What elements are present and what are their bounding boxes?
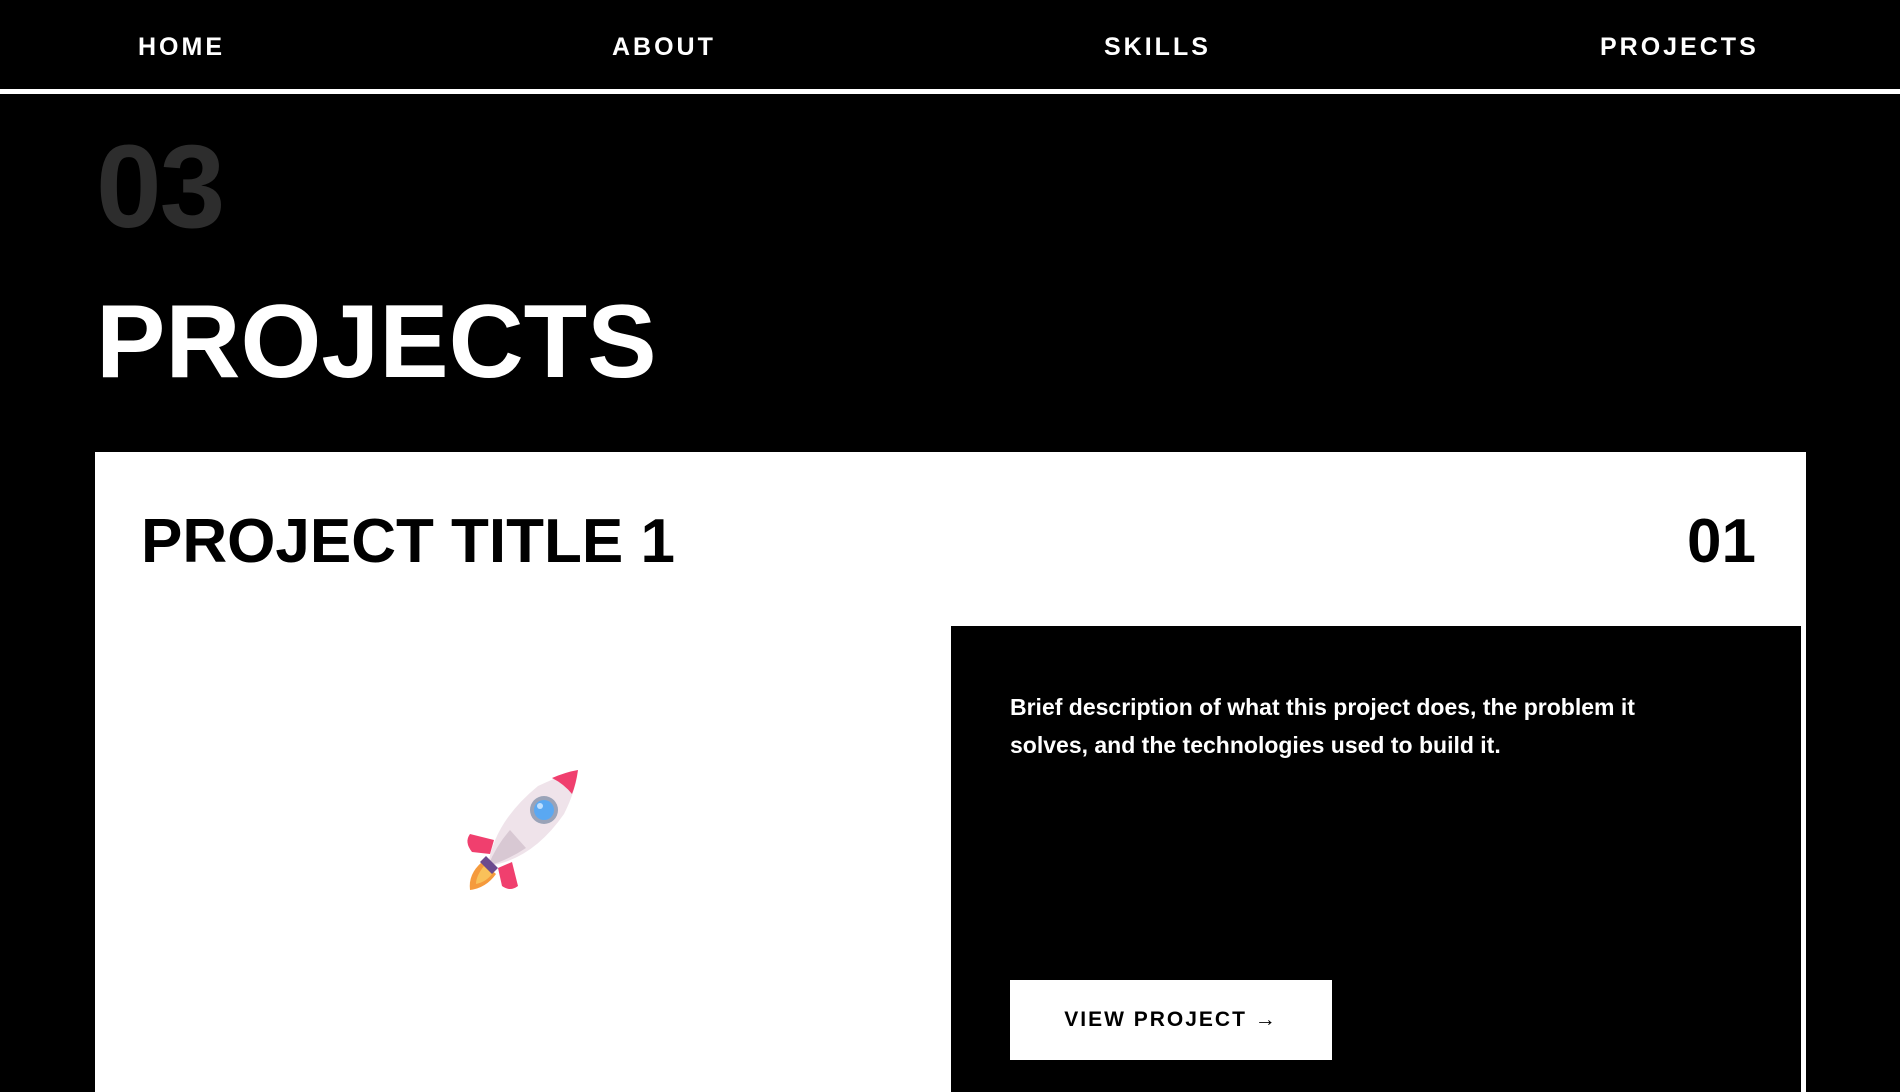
project-number: 01 [1687,507,1756,576]
project-description: Brief description of what this project d… [1010,694,1635,758]
section-number: 03 [96,121,225,253]
nav-link-about[interactable]: ABOUT [612,32,716,62]
project-info-panel: Brief description of what this project d… [951,626,1801,1092]
nav-link-skills[interactable]: SKILLS [1104,32,1211,62]
project-title: PROJECT TITLE 1 [141,507,675,576]
project-card: PROJECT TITLE 1 01 Brief description of … [95,452,1806,1092]
top-nav: HOME ABOUT SKILLS PROJECTS [0,0,1900,94]
rocket-icon [467,770,578,890]
project-image-area [95,626,951,1092]
nav-link-home[interactable]: HOME [138,32,225,62]
nav-link-projects[interactable]: PROJECTS [1600,32,1759,62]
view-project-button[interactable]: VIEW PROJECT → [1010,980,1332,1060]
section-title: PROJECTS [96,284,657,400]
